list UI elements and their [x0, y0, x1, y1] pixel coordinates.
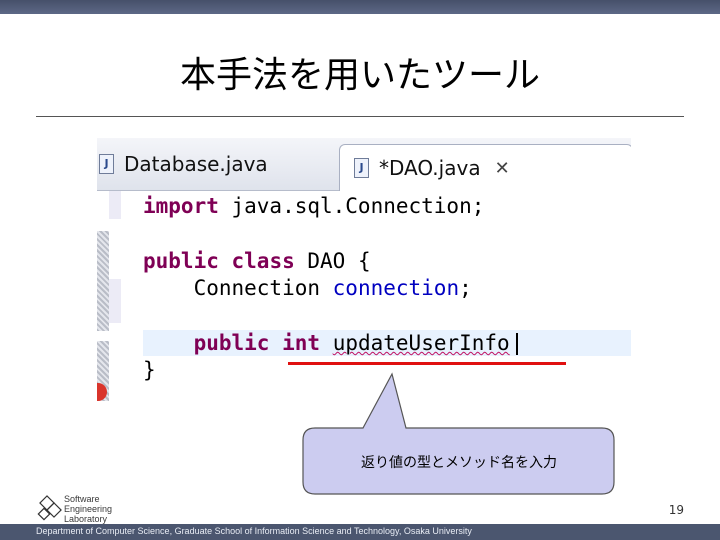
keyword-import: import — [143, 194, 219, 218]
tab-label: Database.java — [124, 152, 268, 176]
gutter-marker — [97, 231, 109, 331]
code-text: DAO { — [294, 249, 371, 273]
slide-top-bar — [0, 0, 720, 14]
logo-line: Laboratory — [64, 514, 108, 524]
keyword-class: class — [231, 249, 295, 273]
editor-gutter — [97, 191, 121, 402]
slide-title: 本手法を用いたツール — [179, 55, 540, 96]
tab-label: *DAO.java — [379, 156, 481, 180]
java-file-icon: J — [99, 154, 114, 174]
code-text: ; — [459, 276, 472, 300]
gutter-marker — [109, 191, 121, 219]
code-line: import java.sql.Connection; — [143, 193, 484, 219]
code-text: java.sql.Connection; — [218, 194, 485, 218]
code-line: public class DAO { — [143, 248, 371, 274]
keyword-public: public — [193, 331, 270, 355]
callout-text: 返り値の型とメソッド名を入力 — [361, 455, 557, 471]
code-line: Connection connection; — [143, 275, 472, 301]
emphasis-underline — [288, 362, 566, 365]
java-file-icon: J — [354, 158, 369, 178]
keyword-int: int — [282, 331, 321, 355]
tab-dao-java[interactable]: J *DAO.java ✕ — [339, 144, 631, 191]
code-line: } — [143, 357, 156, 383]
code-text: } — [143, 358, 156, 382]
method-name: updateUserInfo — [332, 331, 510, 355]
code-line-current: public int updateUserInfo — [143, 330, 518, 356]
title-divider — [36, 116, 684, 117]
keyword-public: public — [143, 249, 219, 273]
gutter-marker — [109, 279, 121, 323]
logo-line: Software — [64, 494, 100, 504]
logo-line: Engineering — [64, 504, 113, 514]
close-icon[interactable]: ✕ — [495, 158, 510, 179]
editor-tab-bar: J Database.java J *DAO.java ✕ — [97, 138, 631, 191]
code-text: Connection — [143, 276, 333, 300]
field-name: connection — [332, 276, 460, 300]
footer-text: Department of Computer Science, Graduate… — [36, 526, 472, 536]
tab-database-java[interactable]: J Database.java — [97, 144, 327, 184]
text-caret — [515, 333, 518, 355]
page-number: 19 — [668, 503, 684, 517]
lab-logo-text: Software Engineering Laboratory — [64, 494, 112, 524]
